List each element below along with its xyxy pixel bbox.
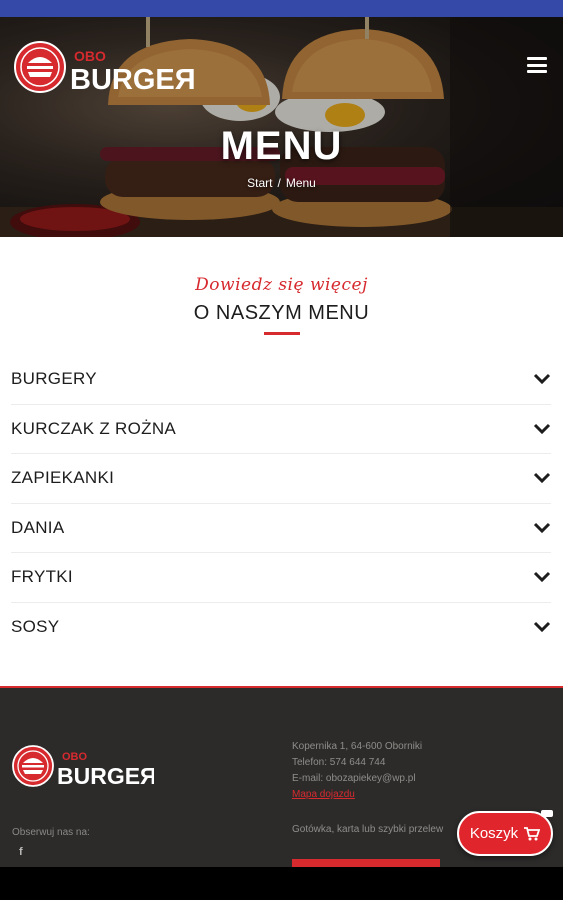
breadcrumb-current: Menu: [285, 176, 316, 190]
accordion-label: FRYTKI: [11, 567, 73, 587]
accordion-item-burgery[interactable]: BURGERY: [11, 355, 551, 405]
phone-text: Telefon: 574 644 744: [292, 757, 386, 768]
svg-text:BURGEЯ: BURGEЯ: [57, 763, 154, 789]
svg-text:BURGEЯ: BURGEЯ: [70, 64, 194, 95]
system-nav-bar: [0, 867, 563, 900]
accordion-label: BURGERY: [11, 369, 97, 389]
menu-accordion: BURGERY KURCZAK Z ROŻNA ZAPIEKANKI DANIA…: [11, 355, 551, 652]
chevron-down-icon[interactable]: [533, 621, 551, 633]
chevron-down-icon[interactable]: [533, 571, 551, 583]
accordion-item-dania[interactable]: DANIA: [11, 504, 551, 553]
svg-text:OBO: OBO: [62, 751, 88, 763]
facebook-icon[interactable]: f: [19, 846, 23, 858]
cart-label: Koszyk: [469, 825, 519, 842]
chevron-down-icon[interactable]: [533, 373, 551, 385]
chevron-down-icon[interactable]: [533, 472, 551, 484]
menu-section: Dowiedz się więcej O NASZYM MENU BURGERY…: [0, 237, 563, 686]
cart-icon: [524, 826, 541, 840]
accordion-item-frytki[interactable]: FRYTKI: [11, 553, 551, 603]
svg-text:OBO: OBO: [74, 48, 106, 64]
breadcrumb-separator: /: [277, 176, 281, 190]
accordion-label: KURCZAK Z ROŻNA: [11, 418, 177, 438]
title-underline: [264, 332, 300, 335]
menu-toggle-button[interactable]: [527, 57, 547, 73]
email-text: E-mail: obozapiekey@wp.pl: [292, 773, 416, 784]
accordion-item-kurczak[interactable]: KURCZAK Z ROŻNA: [11, 405, 551, 454]
section-title: O NASZYM MENU: [193, 302, 370, 324]
payment-info: Gotówka, karta lub szybki przelew: [292, 824, 444, 835]
contact-info: Kopernika 1, 64-600 Oborniki Telefon: 57…: [292, 739, 422, 803]
cart-button[interactable]: Koszyk: [457, 811, 553, 856]
page-title: MENU: [220, 124, 343, 168]
breadcrumb-start-link[interactable]: Start: [247, 176, 272, 190]
chevron-down-icon[interactable]: [533, 522, 551, 534]
accordion-label: ZAPIEKANKI: [11, 468, 115, 488]
accordion-label: DANIA: [11, 517, 65, 537]
accordion-item-sosy[interactable]: SOSY: [11, 603, 551, 653]
accordion-item-zapiekanki[interactable]: ZAPIEKANKI: [11, 454, 551, 504]
follow-label: Obserwuj nas na:: [12, 827, 90, 838]
chevron-down-icon[interactable]: [533, 423, 551, 435]
accordion-label: SOSY: [11, 617, 60, 637]
section-subtitle: Dowiedz się więcej: [195, 275, 368, 295]
status-bar: [0, 0, 563, 17]
hero-banner: OBO BURGEЯ MENU Start / Menu: [0, 17, 563, 237]
map-link[interactable]: Mapa dojazdu: [292, 787, 422, 803]
breadcrumb: Start / Menu: [0, 176, 563, 190]
address-text: Kopernika 1, 64-600 Oborniki: [292, 741, 423, 752]
logo[interactable]: OBO BURGEЯ: [14, 39, 194, 95]
cart-badge: [541, 810, 553, 817]
footer-logo[interactable]: OBO BURGEЯ: [12, 743, 154, 789]
